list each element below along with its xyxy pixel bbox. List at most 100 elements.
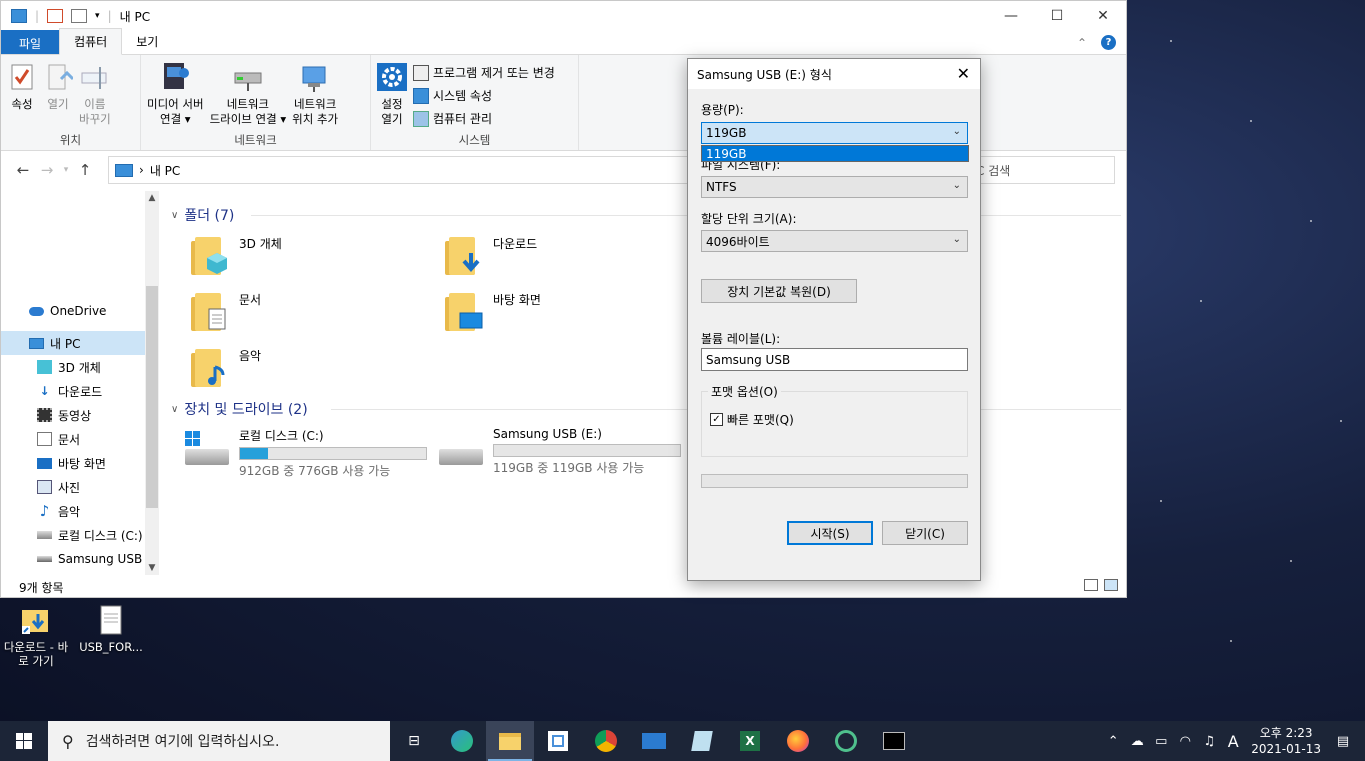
taskbar-app-atom[interactable]: [822, 721, 870, 761]
nav-item-videos[interactable]: 동영상: [1, 403, 159, 427]
format-progress-bar: [701, 474, 968, 488]
nav-item-desktop[interactable]: 바탕 화면: [1, 451, 159, 475]
filesystem-select[interactable]: NTFS ⌄: [701, 176, 968, 198]
start-button[interactable]: 시작(S): [787, 521, 873, 545]
notification-center-icon[interactable]: ▤: [1331, 734, 1355, 749]
excel-icon: X: [740, 731, 760, 751]
nav-item-3d-objects[interactable]: 3D 개체: [1, 355, 159, 379]
start-button[interactable]: [0, 721, 48, 761]
nav-scrollbar[interactable]: ▲ ▼: [145, 191, 159, 575]
taskbar-app-firefox[interactable]: [774, 721, 822, 761]
nav-item-local-disk-c[interactable]: 로컬 디스크 (C:): [1, 523, 159, 547]
taskbar-app-edge[interactable]: [438, 721, 486, 761]
nav-item-onedrive[interactable]: OneDrive: [1, 299, 159, 323]
properties-button[interactable]: 속성: [7, 59, 37, 132]
scroll-down-icon[interactable]: ▼: [145, 563, 159, 573]
nav-item-downloads[interactable]: ↓ 다운로드: [1, 379, 159, 403]
chevron-up-icon[interactable]: ⌃: [1101, 734, 1125, 749]
up-arrow-icon[interactable]: ↑: [73, 161, 97, 179]
mail-icon: [642, 733, 666, 749]
forward-arrow-icon[interactable]: →: [35, 161, 59, 179]
tab-file[interactable]: 파일: [1, 30, 60, 54]
nav-item-this-pc[interactable]: 내 PC: [1, 331, 159, 355]
uninstall-program-button[interactable]: 프로그램 제거 또는 변경: [413, 61, 555, 84]
taskbar-app-excel[interactable]: X: [726, 721, 774, 761]
folders-header[interactable]: ∨ 폴더 (7): [171, 205, 234, 225]
media-server-label-2: 연결 ▾: [159, 112, 191, 126]
address-bar[interactable]: › 내 PC: [108, 156, 688, 184]
ribbon-collapse-icon[interactable]: ⌃: [1077, 36, 1087, 50]
open-settings-button[interactable]: 설정 열기: [377, 59, 407, 132]
help-icon[interactable]: ?: [1101, 35, 1116, 50]
allocation-unit-select[interactable]: 4096바이트 ⌄: [701, 230, 968, 252]
rename-button[interactable]: 이름 바꾸기: [79, 59, 111, 132]
media-server-button[interactable]: 미디어 서버 연결 ▾: [147, 59, 204, 132]
tab-view[interactable]: 보기: [122, 29, 172, 54]
nav-item-samsung-usb[interactable]: Samsung USB (E:): [1, 547, 159, 571]
minimize-button[interactable]: —: [988, 1, 1034, 31]
drive-local-c[interactable]: 로컬 디스크 (C:) 912GB 중 776GB 사용 가능: [185, 427, 427, 479]
folder-desktop-icon: [445, 291, 483, 333]
add-network-location-button[interactable]: 네트워크 위치 추가: [292, 59, 338, 132]
new-folder-quick-access-icon[interactable]: [71, 9, 88, 23]
quick-access-dropdown-icon[interactable]: ▾: [95, 11, 100, 21]
folder-3d-objects[interactable]: 3D 개체: [191, 235, 282, 277]
drive-samsung-usb[interactable]: Samsung USB (E:) 119GB 중 119GB 사용 가능: [439, 427, 681, 476]
taskbar-app-mail[interactable]: [630, 721, 678, 761]
close-button[interactable]: ✕: [1080, 1, 1126, 31]
large-icons-view-icon[interactable]: [1104, 579, 1118, 591]
recent-locations-icon[interactable]: ▾: [59, 165, 73, 175]
capacity-option-label: 119GB: [706, 146, 747, 161]
volume-icon[interactable]: ♫: [1197, 734, 1221, 749]
map-network-drive-button[interactable]: 네트워크 드라이브 연결 ▾: [210, 59, 286, 132]
volume-label-input[interactable]: Samsung USB: [701, 348, 968, 371]
capacity-dropdown-option[interactable]: 119GB: [701, 145, 969, 162]
maximize-button[interactable]: ☐: [1034, 1, 1080, 31]
taskbar-app-file-explorer[interactable]: [486, 721, 534, 761]
taskbar-search-input[interactable]: ⚲ 검색하려면 여기에 입력하십시오.: [48, 721, 390, 761]
cloud-icon[interactable]: ☁: [1125, 734, 1149, 749]
search-input[interactable]: C 검색: [969, 156, 1115, 184]
battery-icon[interactable]: ▭: [1149, 734, 1173, 749]
scroll-thumb[interactable]: [146, 286, 158, 508]
volume-label-label: 볼륨 레이블(L):: [701, 332, 781, 346]
computer-management-button[interactable]: 컴퓨터 관리: [413, 107, 555, 130]
wifi-icon[interactable]: ◠: [1173, 734, 1197, 749]
close-button[interactable]: 닫기(C): [882, 521, 968, 545]
folder-desktop[interactable]: 바탕 화면: [445, 291, 541, 333]
nav-item-pictures[interactable]: 사진: [1, 475, 159, 499]
input-method-indicator[interactable]: A: [1221, 732, 1245, 751]
back-arrow-icon[interactable]: ←: [11, 161, 35, 179]
capacity-select[interactable]: 119GB ⌄: [701, 122, 968, 144]
hard-drive-icon: [185, 431, 229, 465]
restore-defaults-button[interactable]: 장치 기본값 복원(D): [701, 279, 857, 303]
taskbar-app-store[interactable]: [534, 721, 582, 761]
desktop-icon-downloads-shortcut[interactable]: 다운로드 - 바로 가기: [0, 604, 72, 668]
taskbar-app-chrome[interactable]: [582, 721, 630, 761]
nav-item-documents[interactable]: 문서: [1, 427, 159, 451]
folder-documents[interactable]: 문서: [191, 291, 261, 333]
task-view-button[interactable]: ⊟: [390, 721, 438, 761]
taskbar-app-terminal[interactable]: [870, 721, 918, 761]
network-drive-icon: [233, 61, 263, 93]
breadcrumb[interactable]: 내 PC: [150, 162, 180, 179]
open-button[interactable]: 열기: [43, 59, 75, 132]
clock[interactable]: 오후 2:23 2021-01-13: [1251, 725, 1321, 757]
desktop-icon-usb-format-file[interactable]: USB_FOR...: [75, 604, 147, 654]
folder-music[interactable]: 음악: [191, 347, 261, 389]
scroll-up-icon[interactable]: ▲: [145, 193, 159, 203]
checkbox-icon[interactable]: ✓: [710, 413, 723, 426]
close-icon[interactable]: ✕: [957, 64, 970, 83]
properties-quick-access-icon[interactable]: [47, 9, 64, 23]
taskbar-app-notes[interactable]: [678, 721, 726, 761]
system-properties-button[interactable]: 시스템 속성: [413, 84, 555, 107]
nav-item-music[interactable]: ♪ 음악: [1, 499, 159, 523]
usb-drive-icon: [439, 437, 483, 465]
quick-format-checkbox[interactable]: ✓ 빠른 포맷(Q): [710, 411, 794, 428]
ribbon-group-network: 미디어 서버 연결 ▾ 네트워크 드라이브 연결 ▾ 네트워크 위치 추가 네트…: [141, 55, 371, 150]
tab-computer[interactable]: 컴퓨터: [59, 28, 123, 55]
add-location-label-1: 네트워크: [293, 97, 337, 111]
details-view-icon[interactable]: [1084, 579, 1098, 591]
folder-downloads[interactable]: 다운로드: [445, 235, 537, 277]
drives-header[interactable]: ∨ 장치 및 드라이브 (2): [171, 399, 308, 419]
